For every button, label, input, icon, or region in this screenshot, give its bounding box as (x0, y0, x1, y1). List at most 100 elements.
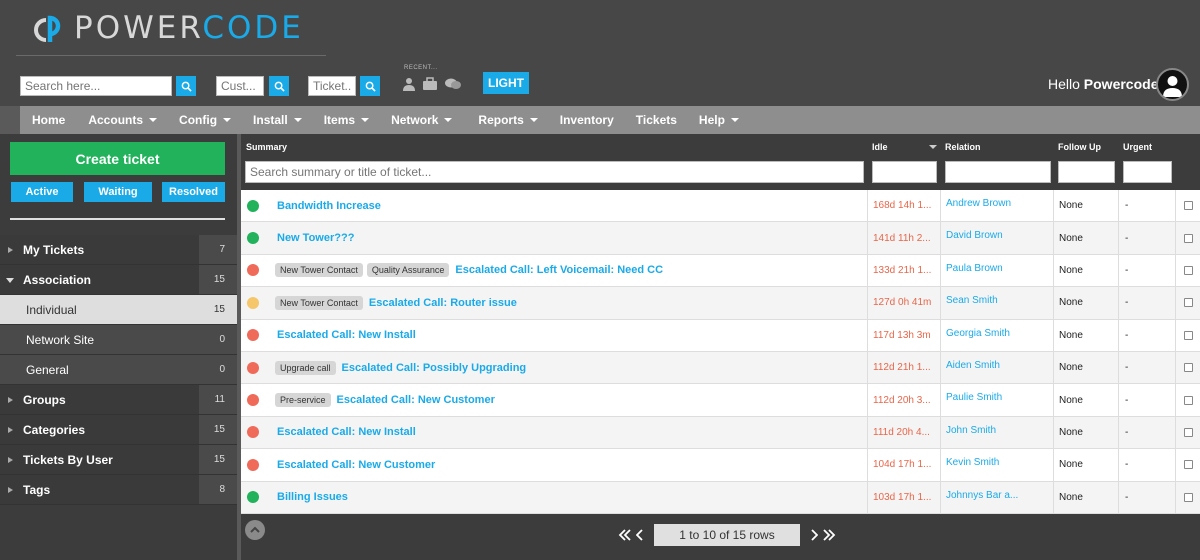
customer-search-button[interactable] (269, 76, 289, 96)
ticket-title-link[interactable]: New Tower??? (277, 232, 354, 244)
header-relation[interactable]: Relation (945, 142, 981, 152)
avatar[interactable] (1156, 68, 1189, 101)
table-row[interactable]: New Tower Contact Escalated Call: Router … (241, 287, 1200, 319)
sort-desc-icon[interactable] (929, 145, 937, 149)
ticket-title-link[interactable]: Escalated Call: Possibly Upgrading (342, 362, 527, 374)
sidebar-item-individual[interactable]: Individual15 (0, 295, 237, 325)
summary-cell: Billing Issues (241, 482, 867, 513)
next-page-icon[interactable] (810, 528, 818, 542)
table-row[interactable]: Billing Issues103d 17h 1...Johnnys Bar a… (241, 482, 1200, 514)
ticket-title-link[interactable]: Escalated Call: Left Voicemail: Need CC (455, 264, 663, 276)
ticket-tag[interactable]: New Tower Contact (275, 263, 363, 277)
ticket-search-input[interactable] (308, 76, 356, 96)
relation-filter-input[interactable] (945, 161, 1051, 183)
ticket-title-link[interactable]: Billing Issues (277, 491, 348, 503)
ticket-title-link[interactable]: Escalated Call: New Customer (277, 459, 435, 471)
filter-waiting-button[interactable]: Waiting (84, 182, 152, 202)
idle-filter-input[interactable] (872, 161, 937, 183)
sidebar-item-general[interactable]: General0 (0, 355, 237, 385)
nav-install[interactable]: Install (253, 106, 302, 134)
filter-active-button[interactable]: Active (11, 182, 73, 202)
ticket-tag[interactable]: Quality Assurance (367, 263, 450, 277)
row-checkbox[interactable] (1184, 493, 1193, 502)
ticket-title-link[interactable]: Escalated Call: New Install (277, 426, 416, 438)
row-checkbox[interactable] (1184, 266, 1193, 275)
ticket-title-link[interactable]: Escalated Call: New Install (277, 329, 416, 341)
relation-link[interactable]: Kevin Smith (940, 449, 1053, 480)
last-page-icon[interactable] (822, 528, 836, 542)
row-checkbox[interactable] (1184, 396, 1193, 405)
relation-link[interactable]: Paula Brown (940, 255, 1053, 286)
sidebar-item-my-tickets[interactable]: My Tickets7 (0, 235, 237, 265)
nav-help[interactable]: Help (699, 106, 739, 134)
ticket-title-link[interactable]: Escalated Call: Router issue (369, 297, 517, 309)
nav-items[interactable]: Items (324, 106, 369, 134)
urgent-filter-input[interactable] (1123, 161, 1172, 183)
nav-home[interactable]: Home (32, 106, 65, 134)
ticket-tag[interactable]: Pre-service (275, 393, 331, 407)
sidebar-item-tickets-by-user[interactable]: Tickets By User15 (0, 445, 237, 475)
relation-link[interactable]: Sean Smith (940, 287, 1053, 318)
header-idle[interactable]: Idle (872, 142, 888, 152)
relation-link[interactable]: Andrew Brown (940, 190, 1053, 221)
row-checkbox[interactable] (1184, 460, 1193, 469)
table-row[interactable]: New Tower Contact Quality Assurance Escala… (241, 255, 1200, 287)
recent-briefcase-icon[interactable] (422, 77, 438, 91)
nav-tickets[interactable]: Tickets (636, 106, 677, 134)
sidebar-item-association[interactable]: Association15 (0, 265, 237, 295)
row-checkbox[interactable] (1184, 428, 1193, 437)
global-search-input[interactable] (20, 76, 172, 96)
row-checkbox[interactable] (1184, 331, 1193, 340)
ticket-search-button[interactable] (360, 76, 380, 96)
recent-chat-icon[interactable] (444, 77, 462, 91)
table-row[interactable]: Escalated Call: New Install117d 13h 3mGe… (241, 320, 1200, 352)
header-urgent[interactable]: Urgent (1123, 142, 1152, 152)
recent-customer-icon[interactable] (402, 77, 416, 91)
relation-link[interactable]: Johnnys Bar a... (940, 482, 1053, 513)
table-row[interactable]: Upgrade call Escalated Call: Possibly Upg… (241, 352, 1200, 384)
scroll-top-button[interactable] (245, 520, 265, 540)
ticket-tag[interactable]: Upgrade call (275, 361, 336, 375)
relation-link[interactable]: John Smith (940, 417, 1053, 448)
table-row[interactable]: Escalated Call: New Install111d 20h 4...… (241, 417, 1200, 449)
follow-up-filter-input[interactable] (1058, 161, 1115, 183)
table-row[interactable]: Escalated Call: New Customer104d 17h 1..… (241, 449, 1200, 481)
global-search-button[interactable] (176, 76, 196, 96)
table-row[interactable]: Pre-serviceEscalated Call: New Customer1… (241, 384, 1200, 416)
ticket-title-link[interactable]: Escalated Call: New Customer (337, 394, 495, 406)
ticket-tag[interactable]: New Tower Contact (275, 296, 363, 310)
row-checkbox[interactable] (1184, 234, 1193, 243)
filter-resolved-button[interactable]: Resolved (162, 182, 225, 202)
row-checkbox[interactable] (1184, 298, 1193, 307)
sidebar-item-categories[interactable]: Categories15 (0, 415, 237, 445)
table-row[interactable]: New Tower???141d 11h 2...David BrownNone… (241, 222, 1200, 254)
row-checkbox[interactable] (1184, 363, 1193, 372)
nav-network[interactable]: Network (391, 106, 452, 134)
nav-reports[interactable]: Reports (478, 106, 537, 134)
relation-link[interactable]: Georgia Smith (940, 320, 1053, 351)
relation-link[interactable]: Aiden Smith (940, 352, 1053, 383)
first-page-icon[interactable] (618, 528, 632, 542)
summary-filter-input[interactable] (245, 161, 864, 183)
recent-label: RECENT... (404, 65, 438, 71)
customer-search-input[interactable] (216, 76, 264, 96)
nav-inventory[interactable]: Inventory (560, 106, 614, 134)
header-summary[interactable]: Summary (246, 142, 287, 152)
sidebar: Create ticket Active Waiting Resolved My… (0, 134, 237, 560)
header-follow-up[interactable]: Follow Up (1058, 142, 1101, 152)
relation-link[interactable]: Paulie Smith (940, 384, 1053, 415)
prev-page-icon[interactable] (636, 528, 644, 542)
row-checkbox[interactable] (1184, 201, 1193, 210)
table-row[interactable]: Bandwidth Increase168d 14h 1...Andrew Br… (241, 190, 1200, 222)
sidebar-item-network-site[interactable]: Network Site0 (0, 325, 237, 355)
select-cell (1175, 352, 1200, 383)
sidebar-item-tags[interactable]: Tags8 (0, 475, 237, 505)
light-theme-button[interactable]: LIGHT (483, 72, 529, 94)
create-ticket-button[interactable]: Create ticket (10, 142, 225, 175)
ticket-title-link[interactable]: Bandwidth Increase (277, 200, 381, 212)
powercode-logo[interactable]: POWERCODE (30, 6, 304, 50)
sidebar-item-groups[interactable]: Groups11 (0, 385, 237, 415)
nav-accounts[interactable]: Accounts (88, 106, 157, 134)
nav-config[interactable]: Config (179, 106, 231, 134)
relation-link[interactable]: David Brown (940, 222, 1053, 253)
